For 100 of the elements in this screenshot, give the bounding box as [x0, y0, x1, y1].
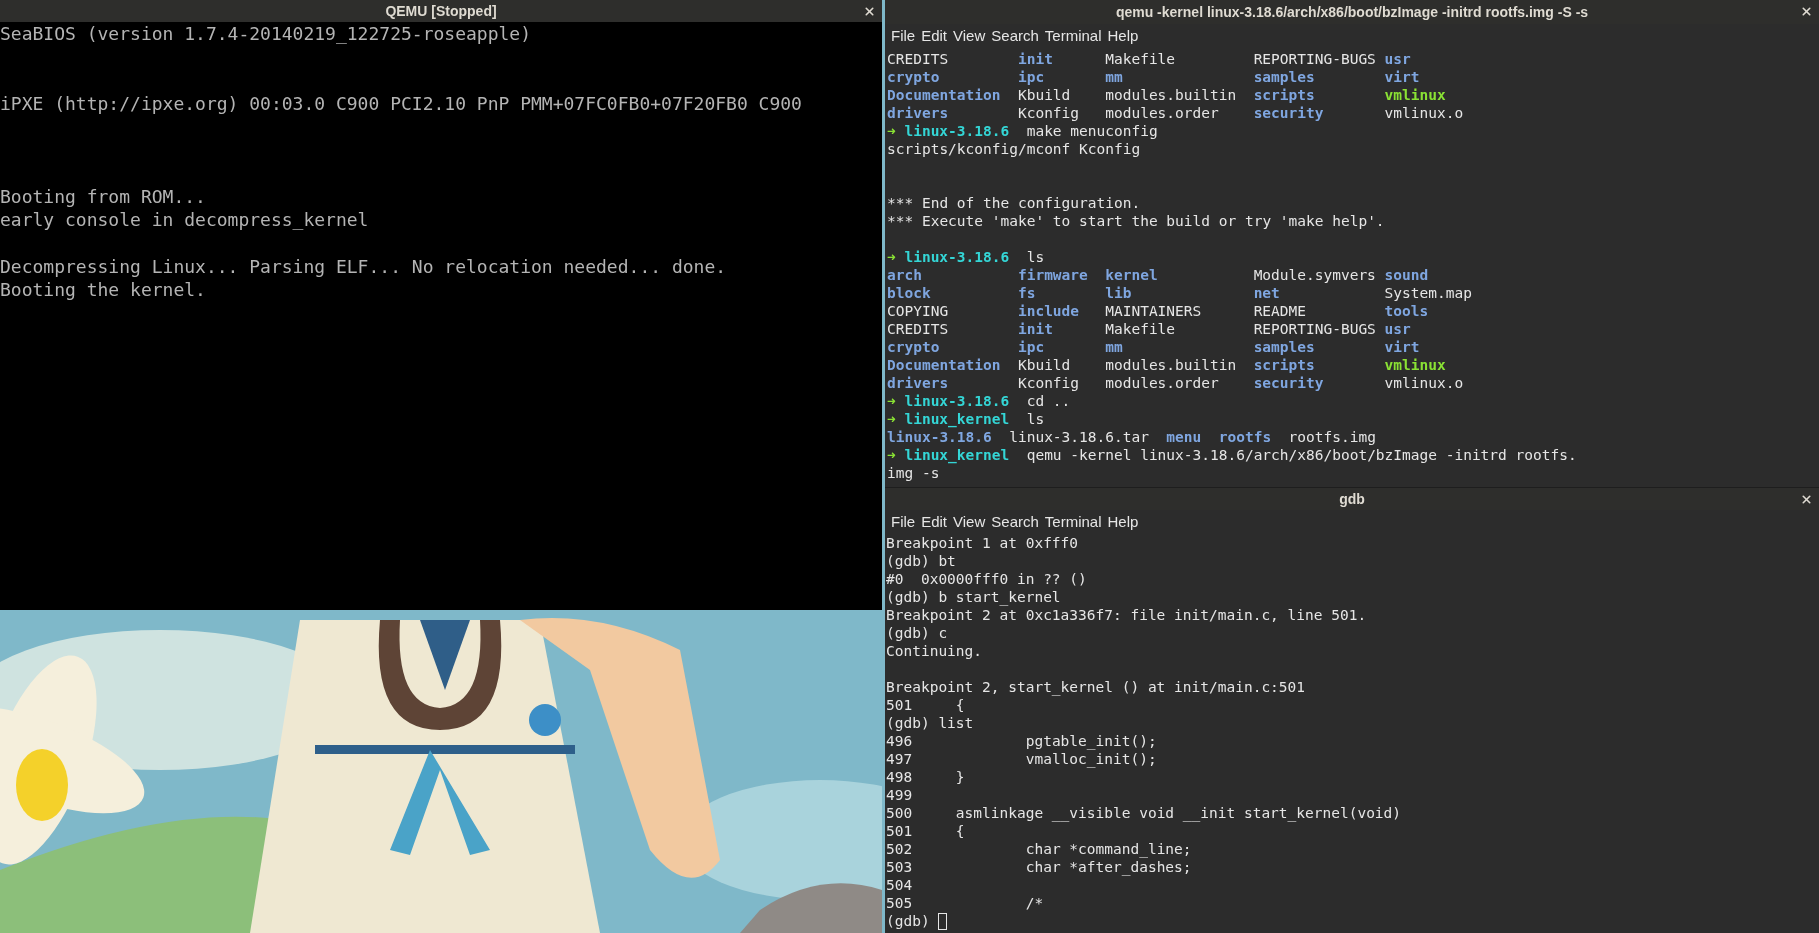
menu-item[interactable]: Search — [991, 510, 1039, 534]
file-name: modules.order — [1105, 105, 1219, 121]
file-name: rootfs — [1218, 428, 1272, 446]
prompt-directory: linux-3.18.6 — [904, 392, 1010, 410]
output-line: Breakpoint 2, start_kernel () at init/main.c:501 — [886, 679, 1306, 695]
file-name: MAINTAINERS — [1105, 303, 1202, 319]
source-line: 499 — [886, 787, 913, 803]
source-line: 505 /* — [886, 895, 1044, 911]
console-line: early console in decompress_kernel — [0, 209, 369, 231]
file-name: menu — [1166, 428, 1202, 446]
command-text: make menuconfig — [1026, 122, 1158, 140]
menu-item[interactable]: File — [891, 510, 916, 534]
file-name: vmlinux.o — [1384, 105, 1464, 121]
file-name: usr — [1384, 321, 1411, 337]
prompt-arrow: ➜ — [887, 248, 896, 266]
file-name: sound — [1384, 267, 1429, 283]
file-name: modules.builtin — [1105, 87, 1237, 103]
file-name: CREDITS — [887, 51, 949, 67]
file-name: Kbuild — [1017, 357, 1071, 373]
console-line: Decompressing Linux... Parsing ELF... No relocation needed... done. — [0, 255, 727, 277]
file-name: COPYING — [887, 303, 949, 319]
file-name: fs — [1017, 285, 1036, 301]
file-name: vmlinux — [1384, 87, 1446, 103]
file-name: init — [1017, 321, 1053, 337]
menu-item[interactable]: Edit — [921, 510, 948, 534]
file-name: crypto — [887, 339, 940, 355]
close-button[interactable] — [1799, 4, 1813, 18]
prompt-arrow: ➜ — [887, 392, 896, 410]
source-line: 503 char *after_dashes; — [886, 859, 1192, 875]
file-name: kernel — [1105, 267, 1158, 283]
file-name: Kconfig — [1017, 375, 1080, 391]
file-name: README — [1253, 303, 1306, 319]
file-name: System.map — [1384, 285, 1472, 301]
file-name: mm — [1105, 339, 1123, 355]
file-name: Kbuild — [1017, 87, 1071, 103]
prompt-arrow: ➜ — [887, 446, 896, 464]
source-line: 501 { — [886, 823, 965, 839]
menu-item[interactable]: View — [953, 510, 986, 534]
file-name: usr — [1384, 51, 1411, 67]
output-line: *** Execute 'make' to start the build or try 'make help'. — [887, 213, 1385, 229]
file-name: tools — [1384, 303, 1429, 319]
menu-item[interactable]: Search — [991, 24, 1039, 48]
close-button[interactable] — [862, 4, 876, 18]
source-line: 497 vmalloc_init(); — [886, 751, 1157, 767]
file-name: security — [1253, 375, 1324, 391]
gdb-prompt: (gdb) — [886, 912, 930, 930]
menu-item[interactable]: Terminal — [1044, 24, 1102, 48]
file-name: net — [1253, 285, 1280, 301]
file-name: Documentation — [887, 357, 1001, 373]
file-name: init — [1017, 51, 1053, 67]
output-line: (gdb) list — [886, 715, 974, 731]
prompt-arrow: ➜ — [887, 122, 896, 140]
file-name: drivers — [887, 105, 949, 121]
console-line: Booting from ROM... — [0, 186, 206, 208]
command-text: qemu -kernel linux-3.18.6/arch/x86/boot/bzImage -initrd rootfs. — [1026, 446, 1577, 464]
output-line: Breakpoint 1 at 0xfff0 — [886, 535, 1079, 551]
file-name: drivers — [887, 375, 949, 391]
file-name: samples — [1253, 69, 1315, 85]
file-name: rootfs.img — [1288, 428, 1376, 446]
file-name: virt — [1384, 339, 1420, 355]
source-line: 502 char *command_line; — [886, 841, 1192, 857]
file-name: modules.builtin — [1105, 357, 1237, 373]
file-name: crypto — [887, 69, 940, 85]
file-name: linux-3.18.6.tar — [1009, 428, 1149, 446]
file-name: REPORTING-BUGS — [1253, 51, 1376, 67]
source-line: 500 asmlinkage __visible void __init start_kernel(void) — [886, 805, 1402, 821]
menu-item[interactable]: View — [953, 24, 986, 48]
file-name: include — [1017, 303, 1080, 319]
source-line: 501 { — [886, 697, 965, 713]
source-line: 504 — [886, 877, 913, 893]
file-name: lib — [1105, 285, 1132, 301]
file-name: Documentation — [887, 87, 1001, 103]
window-title: qemu -kernel linux-3.18.6/arch/x86/boot/bzImage -initrd rootfs.img -S -s — [1115, 2, 1589, 22]
output-line: img -s — [887, 465, 940, 481]
file-name: linux-3.18.6 — [887, 428, 992, 446]
command-text: ls — [1026, 248, 1045, 266]
file-name: Module.symvers — [1253, 267, 1376, 283]
file-name: REPORTING-BUGS — [1253, 321, 1376, 337]
file-name: ipc — [1017, 339, 1045, 355]
file-name: arch — [887, 267, 922, 283]
menu-item[interactable]: Terminal — [1044, 510, 1102, 534]
file-name: block — [887, 285, 931, 301]
menu-item[interactable]: File — [891, 24, 916, 48]
window-title: gdb — [1339, 489, 1365, 509]
menu-item[interactable]: Help — [1107, 510, 1139, 534]
output-line: (gdb) c — [886, 625, 948, 641]
file-name: mm — [1105, 69, 1123, 85]
window-title: QEMU [Stopped] — [385, 1, 497, 21]
output-line: scripts/kconfig/mconf Kconfig — [887, 141, 1141, 157]
file-name: Kconfig — [1017, 105, 1080, 121]
output-line: *** End of the configuration. — [887, 195, 1141, 211]
console-line: Booting the kernel. — [0, 279, 206, 301]
close-button[interactable] — [1799, 492, 1813, 506]
prompt-directory: linux-3.18.6 — [904, 248, 1010, 266]
menu-item[interactable]: Help — [1107, 24, 1139, 48]
menu-item[interactable]: Edit — [921, 24, 948, 48]
file-name: samples — [1253, 339, 1315, 355]
console-line: iPXE (http://ipxe.org) 00:03.0 C900 PCI2.10 PnP PMM+07FC0FB0+07F20FB0 C900 — [0, 92, 802, 114]
file-name: Makefile — [1105, 51, 1176, 67]
output-line: (gdb) b start_kernel — [886, 589, 1061, 605]
